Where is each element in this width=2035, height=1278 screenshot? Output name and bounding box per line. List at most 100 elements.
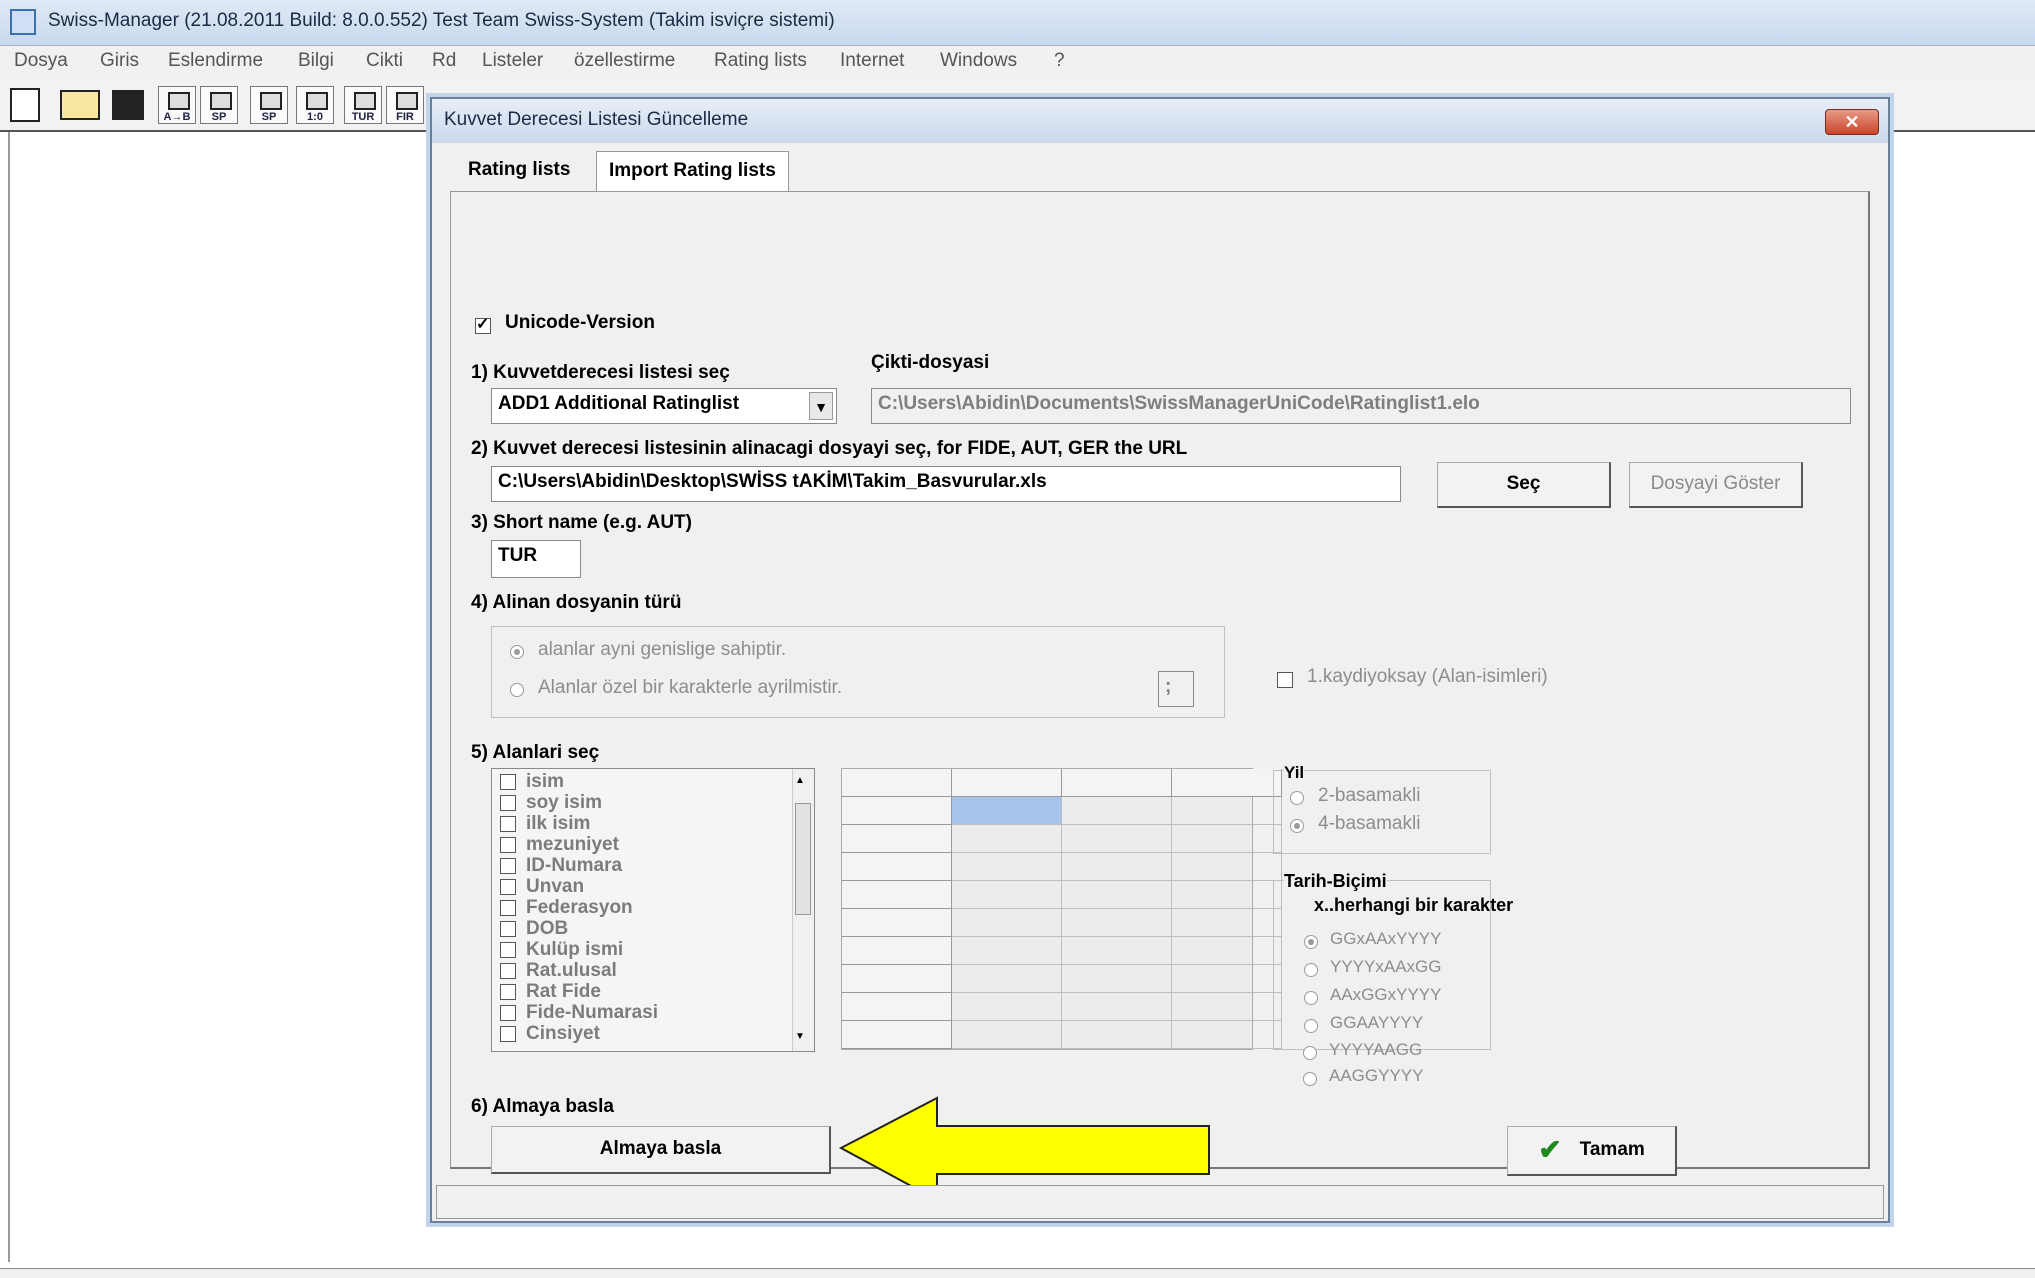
toolbar-tur-icon[interactable]: TUR xyxy=(344,86,382,124)
field-checkbox[interactable] xyxy=(500,1026,516,1042)
list-item[interactable]: Rat Fide xyxy=(500,981,601,1003)
field-checkbox[interactable] xyxy=(500,900,516,916)
field-checkbox[interactable] xyxy=(500,1005,516,1021)
grid-cell[interactable] xyxy=(1172,797,1282,825)
menu-windows[interactable]: Windows xyxy=(940,50,1017,72)
menu-bilgi[interactable]: Bilgi xyxy=(298,50,334,72)
save-icon[interactable] xyxy=(112,90,144,120)
scrollbar-thumb[interactable] xyxy=(795,803,811,915)
menu-dosya[interactable]: Dosya xyxy=(14,50,68,72)
list-item[interactable]: Cinsiyet xyxy=(500,1023,600,1045)
ratinglist-select[interactable]: ADD1 Additional Ratinglist xyxy=(491,388,837,424)
list-item[interactable]: ID-Numara xyxy=(500,855,622,877)
grid-cell[interactable] xyxy=(952,881,1062,909)
grid-cell[interactable] xyxy=(952,853,1062,881)
scroll-up-icon[interactable]: ▲ xyxy=(795,775,805,786)
open-folder-icon[interactable] xyxy=(60,90,100,120)
grid-cell[interactable] xyxy=(1062,1021,1172,1049)
list-item[interactable]: isim xyxy=(500,771,564,793)
grid-cell[interactable] xyxy=(952,909,1062,937)
grid-cell[interactable] xyxy=(842,769,952,797)
grid-cell[interactable] xyxy=(1172,937,1282,965)
grid-cell[interactable] xyxy=(1062,937,1172,965)
menu-internet[interactable]: Internet xyxy=(840,50,904,72)
delimited-radio[interactable] xyxy=(510,683,524,697)
list-item[interactable]: Kulüp ismi xyxy=(500,939,623,961)
grid-cell[interactable] xyxy=(1062,769,1172,797)
grid-cell[interactable] xyxy=(842,881,952,909)
grid-cell[interactable] xyxy=(1062,909,1172,937)
grid-cell[interactable] xyxy=(842,993,952,1021)
new-file-icon[interactable] xyxy=(10,88,40,122)
tab-import-rating-lists[interactable]: Import Rating lists xyxy=(596,151,789,191)
grid-cell[interactable] xyxy=(1062,825,1172,853)
grid-cell[interactable] xyxy=(842,937,952,965)
field-checkbox[interactable] xyxy=(500,984,516,1000)
list-item[interactable]: Fide-Numarasi xyxy=(500,1002,658,1024)
ok-button[interactable]: ✔ Tamam xyxy=(1507,1126,1677,1176)
date-format-radio[interactable] xyxy=(1304,991,1318,1005)
grid-cell[interactable] xyxy=(952,937,1062,965)
tab-rating-lists[interactable]: Rating lists xyxy=(456,151,582,191)
grid-cell[interactable] xyxy=(842,965,952,993)
menu-ozellestirme[interactable]: özellestirme xyxy=(574,50,675,72)
field-checkbox[interactable] xyxy=(500,963,516,979)
grid-cell[interactable] xyxy=(952,769,1062,797)
grid-cell[interactable] xyxy=(1062,853,1172,881)
grid-cell[interactable] xyxy=(1172,1021,1282,1049)
delimiter-input[interactable]: ; xyxy=(1158,671,1194,707)
field-checkbox[interactable] xyxy=(500,942,516,958)
menu-rd[interactable]: Rd xyxy=(432,50,456,72)
toolbar-fir-icon[interactable]: FIR xyxy=(386,86,424,124)
menu-help[interactable]: ? xyxy=(1054,50,1065,72)
list-item[interactable]: mezuniyet xyxy=(500,834,619,856)
list-item[interactable]: Unvan xyxy=(500,876,584,898)
toolbar-result-icon[interactable]: 1:0 xyxy=(296,86,334,124)
menu-rating-lists[interactable]: Rating lists xyxy=(714,50,807,72)
menu-eslendirme[interactable]: Eslendirme xyxy=(168,50,263,72)
year-4digit-radio[interactable] xyxy=(1290,819,1304,833)
grid-cell[interactable] xyxy=(842,853,952,881)
date-format-radio[interactable] xyxy=(1303,1072,1317,1086)
date-format-radio[interactable] xyxy=(1304,963,1318,977)
show-file-button[interactable]: Dosyayi Göster xyxy=(1629,462,1803,508)
preview-grid[interactable] xyxy=(841,768,1282,1050)
grid-cell[interactable] xyxy=(842,1021,952,1049)
list-item[interactable]: soy isim xyxy=(500,792,602,814)
fields-list[interactable]: isim soy isim ilk isim mezuniyet ID-Numa… xyxy=(491,768,815,1052)
grid-cell[interactable] xyxy=(1062,797,1172,825)
scroll-down-icon[interactable]: ▼ xyxy=(795,1031,805,1042)
field-checkbox[interactable] xyxy=(500,816,516,832)
toolbar-sp-doc-icon[interactable]: SP xyxy=(200,86,238,124)
short-name-input[interactable]: TUR xyxy=(491,540,581,578)
grid-cell[interactable] xyxy=(842,825,952,853)
grid-cell[interactable] xyxy=(1062,881,1172,909)
date-format-radio[interactable] xyxy=(1304,1019,1318,1033)
grid-cell[interactable] xyxy=(1172,965,1282,993)
list-item[interactable]: Rat.ulusal xyxy=(500,960,617,982)
toolbar-pairing-icon[interactable]: A→B xyxy=(158,86,196,124)
list-item[interactable]: Federasyon xyxy=(500,897,633,919)
toolbar-sp-table-icon[interactable]: SP xyxy=(250,86,288,124)
source-file-input[interactable]: C:\Users\Abidin\Desktop\SWİSS tAKİM\Taki… xyxy=(491,466,1401,502)
field-checkbox[interactable] xyxy=(500,879,516,895)
unicode-checkbox[interactable] xyxy=(475,314,491,334)
sec-button[interactable]: Seç xyxy=(1437,462,1611,508)
grid-cell[interactable] xyxy=(1172,853,1282,881)
grid-cell[interactable] xyxy=(1062,965,1172,993)
chevron-down-icon[interactable]: ▼ xyxy=(809,392,833,420)
grid-cell[interactable] xyxy=(1172,881,1282,909)
list-scrollbar[interactable]: ▲ ▼ xyxy=(792,769,814,1051)
menu-cikti[interactable]: Cikti xyxy=(366,50,403,72)
fixed-width-radio[interactable] xyxy=(510,645,524,659)
field-checkbox[interactable] xyxy=(500,837,516,853)
field-checkbox[interactable] xyxy=(500,921,516,937)
year-2digit-radio[interactable] xyxy=(1290,791,1304,805)
date-format-radio[interactable] xyxy=(1303,1046,1317,1060)
grid-cell[interactable] xyxy=(952,965,1062,993)
close-button[interactable]: ✕ xyxy=(1825,109,1879,135)
menu-listeler[interactable]: Listeler xyxy=(482,50,543,72)
start-import-button[interactable]: Almaya basla xyxy=(491,1126,831,1174)
grid-cell[interactable] xyxy=(952,993,1062,1021)
grid-cell[interactable] xyxy=(952,1021,1062,1049)
